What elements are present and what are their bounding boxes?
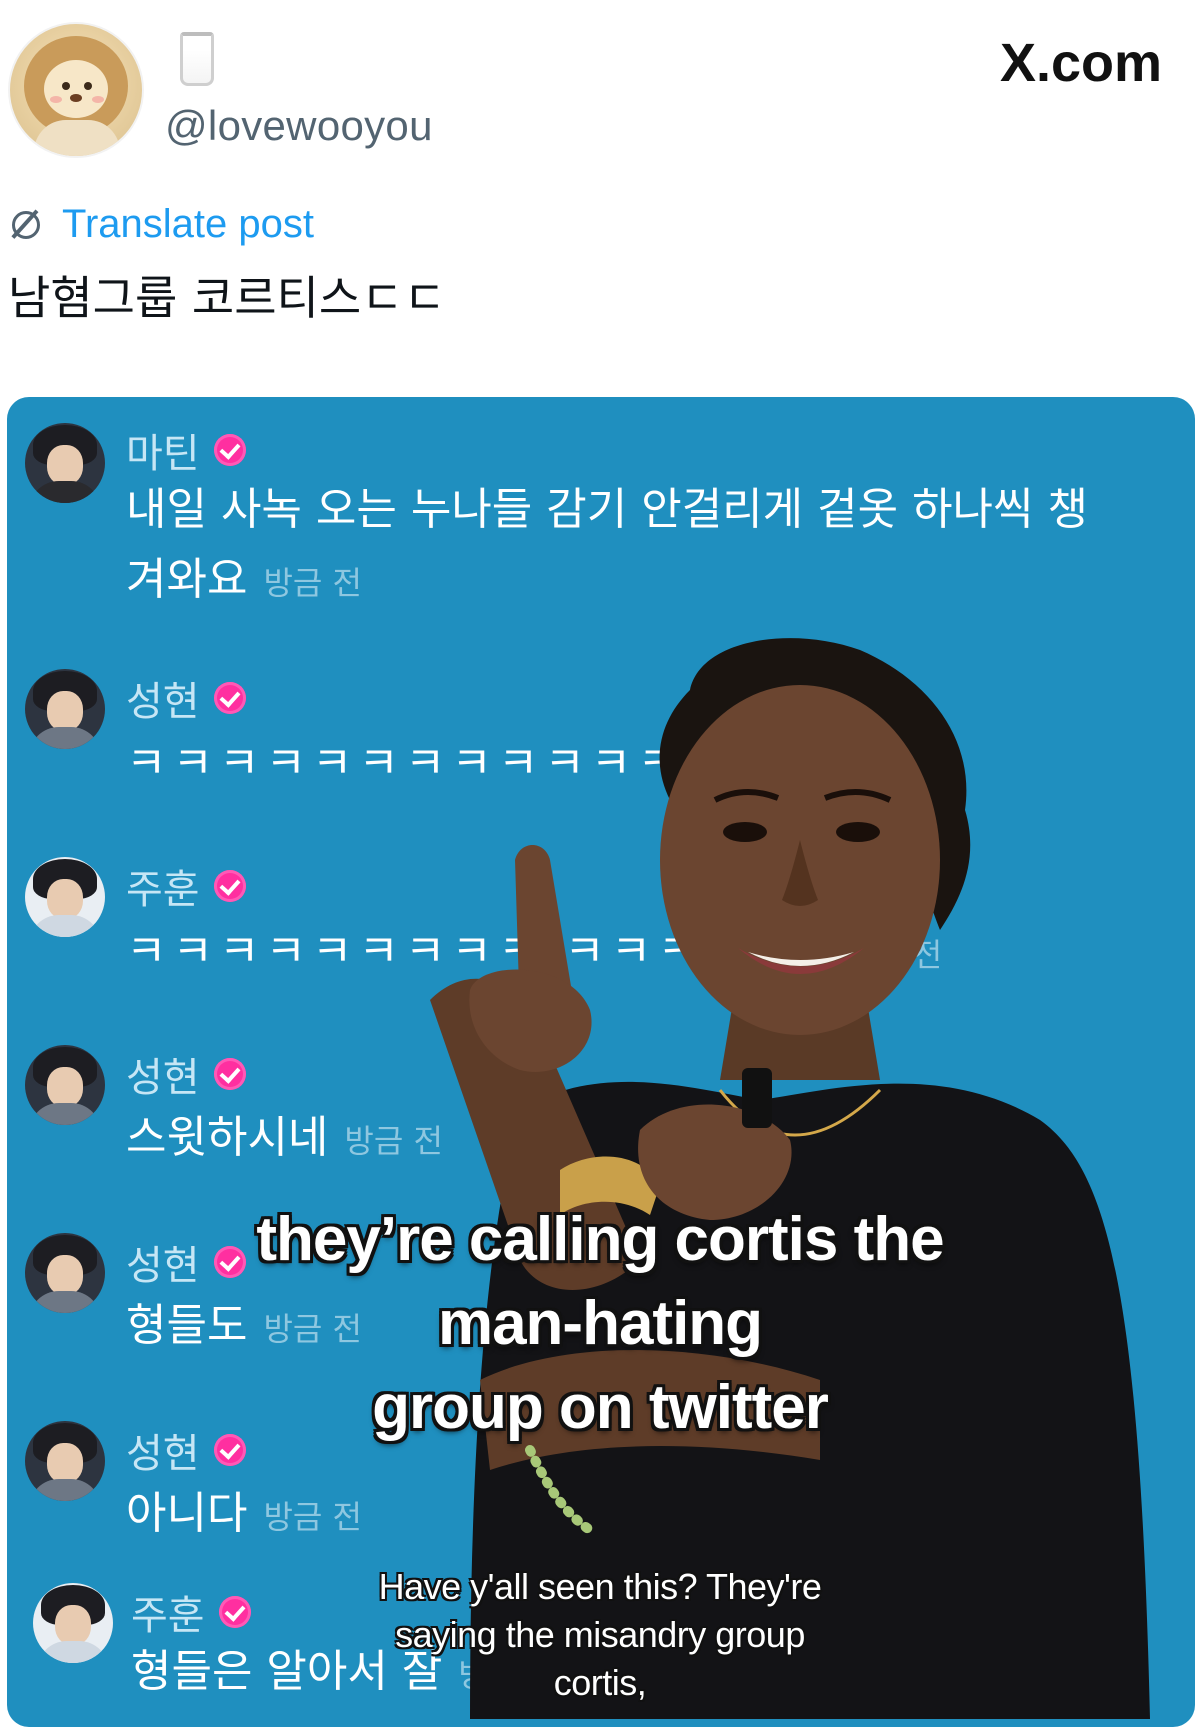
comment-author-row: 주훈 [126,857,246,915]
caption-main-line1: they’re calling cortis the [256,1205,944,1274]
caption-main-line2: man-hating [437,1289,763,1358]
avatar-shirt [29,915,101,937]
commenter-avatar[interactable] [33,1583,113,1663]
avatar-shirt [37,1641,109,1663]
comment-text: ㅋㅋㅋㅋㅋㅋㅋㅋㅋㅋㅋㅋㅋ [126,738,731,789]
milk-glass-icon [180,32,214,86]
verified-icon [213,1058,246,1090]
avatar-shirt [29,481,101,503]
avatar-face [47,1443,83,1483]
comment-author[interactable]: 주훈 [126,857,200,915]
commenter-avatar[interactable] [25,1421,105,1501]
verified-icon [213,434,246,466]
comment-time: 방금 전 [263,1498,362,1536]
lion-cheek-left [50,96,62,103]
lion-eye-right [84,82,92,90]
video-subtitle: Have y'all seen this? They're saying the… [300,1563,900,1707]
post-header: @lovewooyou X.com [0,0,1200,170]
caption-main-line3: group on twitter [372,1373,829,1442]
comment-text-line2: 겨와요 [126,554,248,605]
avatar-shirt [29,1291,101,1313]
comment-text-line1: 내일 사녹 오는 누나들 감기 안걸리게 겉옷 하나씩 챙 [126,484,1088,535]
comment-author-row: 마틴 [126,421,246,479]
avatar-face [55,1605,91,1645]
video-caption-main: they’re calling cortis the man-hating gr… [180,1198,1020,1450]
comment-author[interactable]: 주훈 [131,1583,205,1641]
avatar-shirt [29,727,101,749]
comment-body: 스윗하시네 [126,1112,329,1163]
avatar-face [47,691,83,731]
comment-laugh-text: ㅋㅋㅋㅋㅋㅋㅋㅋㅋ ㅋㅋㅋ [126,926,704,977]
avatar-shirt [29,1103,101,1125]
comment-author-row: 주훈 [131,1583,251,1641]
comment-text: ㅋㅋㅋㅋㅋㅋㅋㅋㅋ ㅋㅋㅋ 방금 전 [126,917,1166,990]
translate-icon [8,207,42,241]
lion-cheek-right [92,96,104,103]
subtitle-line2: saying the misandry group [395,1614,805,1655]
embedded-comments-card: 마틴 내일 사녹 오는 누나들 감기 안걸리게 겉옷 하나씩 챙 겨와요 방금 전… [7,397,1195,1727]
comment-text: 스윗하시네 방금 전 [126,1103,1166,1176]
translate-post-row[interactable]: Translate post [8,200,314,248]
subtitle-line3: cortis, [553,1662,647,1703]
comment-author[interactable]: 성현 [126,1045,200,1103]
comment-time: 방금 전 [263,564,362,602]
lion-nose [70,94,82,102]
commenter-avatar[interactable] [25,423,105,503]
verified-icon [213,870,246,902]
avatar-face [47,879,83,919]
commenter-avatar[interactable] [25,1045,105,1125]
avatar-shirt [29,1479,101,1501]
post-text: 남혐그룹 코르티스ㄷㄷ [8,271,446,325]
user-handle[interactable]: @lovewooyou [165,102,433,150]
avatar-face [47,445,83,485]
comment-time: 방금 전 [843,936,943,974]
translate-post-link[interactable]: Translate post [62,202,314,247]
comment-author-row: 성현 [126,669,246,727]
comment-time: 방금 전 [344,1122,443,1160]
verified-icon [213,682,246,714]
comment-text: 아니다 방금 전 [126,1479,1166,1552]
comment-author-row: 성현 [126,1045,246,1103]
comment-body: 아니다 [126,1488,248,1539]
lion-face [44,60,108,118]
lion-body [34,120,120,156]
verified-icon [218,1596,251,1628]
commenter-avatar[interactable] [25,857,105,937]
comment-author[interactable]: 성현 [126,669,200,727]
subtitle-line1: Have y'all seen this? They're [378,1566,822,1607]
lion-eye-left [62,82,70,90]
commenter-avatar[interactable] [25,1233,105,1313]
commenter-avatar[interactable] [25,669,105,749]
comment-author[interactable]: 마틴 [126,421,200,479]
site-logo: X.com [999,33,1162,93]
comment-text: 내일 사녹 오는 누나들 감기 안걸리게 겉옷 하나씩 챙 겨와요 방금 전 [126,475,1166,618]
profile-avatar[interactable] [8,22,144,158]
avatar-face [47,1067,83,1107]
avatar-face [47,1255,83,1295]
